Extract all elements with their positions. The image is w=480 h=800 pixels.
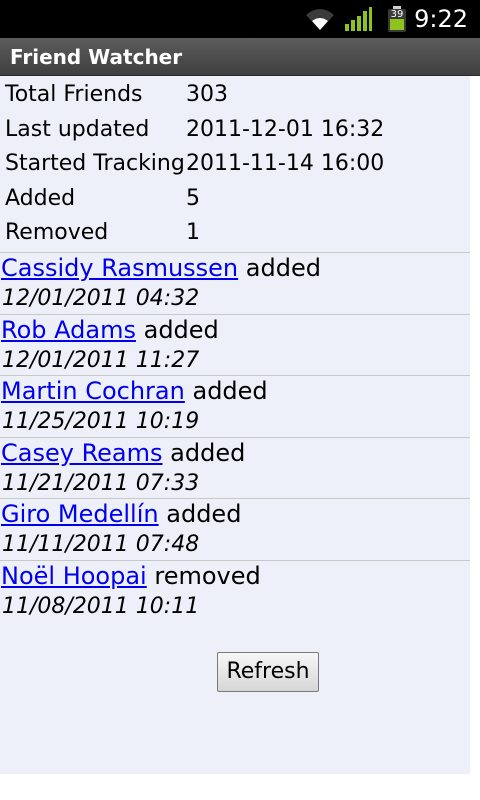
friend-link[interactable]: Martin Cochran (1, 377, 185, 405)
stat-label: Added (5, 185, 76, 211)
stat-label: Removed (5, 220, 109, 245)
stat-value: 5 (186, 185, 200, 211)
stat-value: 2011-11-14 16:00 (186, 151, 385, 176)
stat-value: 1 (186, 220, 200, 245)
friend-link[interactable]: Noël Hoopai (1, 562, 147, 590)
event-action: added (143, 315, 219, 344)
event-line: Martin Cochran added (1, 377, 268, 405)
event-date: 11/25/2011 10:19 (2, 409, 200, 434)
event-date: 11/21/2011 07:33 (2, 470, 200, 496)
event-date: 12/01/2011 04:32 (2, 286, 200, 311)
stat-label: Last updated (5, 116, 150, 142)
list-item: Casey Reams added 11/21/2011 07:33 (0, 436, 470, 499)
event-line: Giro Medellín added (1, 500, 241, 528)
friend-link[interactable]: Casey Reams (1, 439, 163, 467)
event-action: added (192, 377, 268, 405)
stat-value: 303 (186, 82, 228, 107)
event-date: 12/01/2011 11:27 (2, 347, 200, 373)
list-item: Rob Adams added 12/01/2011 11:27 (0, 313, 470, 376)
list-item: Giro Medellín added 11/11/2011 07:48 (0, 498, 470, 560)
title-bar: Friend Watcher (0, 38, 480, 76)
signal-icon (345, 7, 372, 31)
main-content: Total Friends 303 Last updated 2011-12-0… (0, 76, 470, 774)
stat-label: Started Tracking (5, 151, 185, 176)
event-date: 11/08/2011 10:11 (2, 593, 200, 619)
status-time: 9:22 (414, 5, 468, 33)
stat-row-started-tracking: Started Tracking 2011-11-14 16:00 (0, 148, 470, 183)
event-line: Cassidy Rasmussen added (1, 254, 321, 282)
stat-row-added: Added 5 (0, 183, 470, 218)
stat-value: 2011-12-01 16:32 (186, 116, 385, 142)
friend-link[interactable]: Giro Medellín (1, 500, 159, 528)
list-item: Martin Cochran added 11/25/2011 10:19 (0, 375, 470, 437)
event-action: added (170, 438, 246, 467)
event-line: Casey Reams added (1, 439, 245, 467)
event-date: 11/11/2011 07:48 (2, 532, 200, 557)
event-line: Noël Hoopai removed (1, 562, 261, 590)
stat-label: Total Friends (5, 82, 143, 107)
event-line: Rob Adams added (1, 316, 219, 344)
event-action: added (166, 500, 242, 528)
battery-level: 39 (390, 9, 404, 20)
friend-link[interactable]: Rob Adams (1, 316, 136, 344)
event-action: added (245, 254, 321, 282)
event-list: Cassidy Rasmussen added 12/01/2011 04:32… (0, 252, 470, 621)
stat-row-removed: Removed 1 (0, 217, 470, 252)
event-action: removed (154, 561, 261, 590)
wifi-icon (306, 9, 334, 30)
stats-table: Total Friends 303 Last updated 2011-12-0… (0, 79, 470, 252)
stat-row-last-updated: Last updated 2011-12-01 16:32 (0, 114, 470, 149)
status-bar: 39 9:22 (0, 0, 480, 38)
list-item: Cassidy Rasmussen added 12/01/2011 04:32 (0, 252, 470, 314)
friend-link[interactable]: Cassidy Rasmussen (1, 254, 238, 282)
list-item: Noël Hoopai removed 11/08/2011 10:11 (0, 559, 470, 622)
refresh-button[interactable]: Refresh (217, 652, 319, 692)
stat-row-total-friends: Total Friends 303 (0, 79, 470, 114)
app-title: Friend Watcher (10, 45, 183, 69)
